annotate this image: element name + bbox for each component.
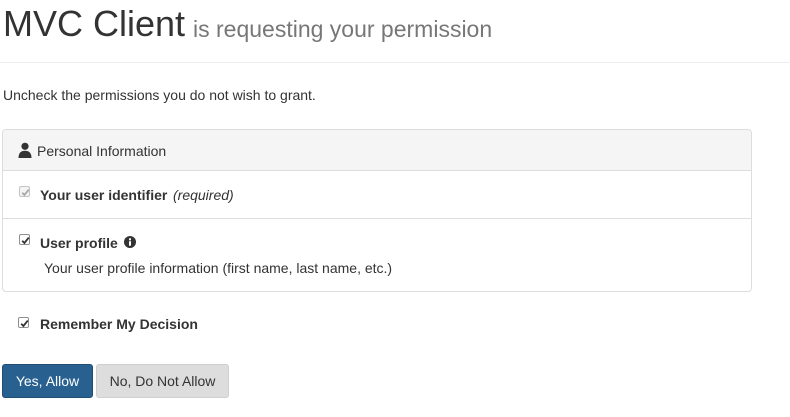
user-icon bbox=[18, 142, 32, 158]
allow-button[interactable]: Yes, Allow bbox=[2, 364, 93, 398]
scope-row-user-identifier: Your user identifier (required) bbox=[3, 171, 751, 219]
client-name: MVC Client bbox=[3, 3, 186, 44]
remember-decision-checkbox[interactable] bbox=[18, 317, 29, 328]
personal-information-panel: Personal Information Your user identifie… bbox=[2, 129, 752, 292]
user-profile-label: User profile bbox=[40, 235, 118, 251]
scope-row-user-profile: User profile Your user profile informati… bbox=[3, 219, 751, 291]
panel-heading-label: Personal Information bbox=[37, 143, 167, 159]
user-profile-description: Your user profile information (first nam… bbox=[44, 260, 393, 276]
required-label: (required) bbox=[173, 187, 234, 203]
user-profile-checkbox[interactable] bbox=[19, 234, 30, 245]
remember-decision-label: Remember My Decision bbox=[40, 316, 198, 332]
user-identifier-checkbox[interactable] bbox=[19, 186, 30, 197]
info-circle-icon bbox=[124, 236, 136, 248]
page-header: MVC Client is requesting your permission bbox=[0, 0, 790, 63]
deny-button[interactable]: No, Do Not Allow bbox=[96, 364, 229, 398]
panel-heading: Personal Information bbox=[3, 130, 751, 171]
user-identifier-label: Your user identifier bbox=[40, 187, 168, 203]
header-subtitle: is requesting your permission bbox=[193, 16, 493, 42]
instructions-text: Uncheck the permissions you do not wish … bbox=[3, 87, 316, 103]
consent-page: MVC Client is requesting your permission… bbox=[0, 0, 790, 417]
